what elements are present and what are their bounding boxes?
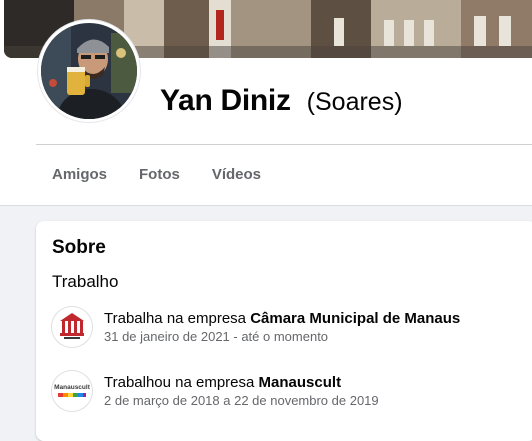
profile-tabs: Amigos Fotos Vídeos [36, 145, 277, 205]
profile-avatar[interactable] [38, 20, 140, 122]
work-item: Trabalha na empresa Câmara Municipal de … [52, 307, 532, 351]
work-company-link[interactable]: Câmara Municipal de Manaus [250, 310, 460, 327]
camara-municipal-logo-icon[interactable] [52, 307, 92, 347]
work-company-link[interactable]: Manauscult [259, 374, 342, 391]
profile-name-row: Yan Diniz (Soares) [160, 84, 403, 124]
tab-amigos[interactable]: Amigos [36, 145, 123, 205]
work-prefix: Trabalha na empresa [104, 310, 247, 327]
manauscult-logo-text: Manauscult [54, 384, 91, 391]
work-item: Manauscult Trabalhou na empresa Manauscu… [52, 371, 532, 415]
profile-header: Yan Diniz (Soares) Amigos Fotos Vídeos [0, 0, 532, 206]
work-dates: 2 de março de 2018 a 22 de novembro de 2… [104, 393, 379, 408]
profile-name: Yan Diniz [160, 84, 291, 117]
work-description: Trabalha na empresa Câmara Municipal de … [104, 309, 460, 328]
tab-videos[interactable]: Vídeos [196, 145, 277, 205]
work-description: Trabalhou na empresa Manauscult [104, 373, 379, 392]
tab-fotos[interactable]: Fotos [123, 145, 196, 205]
manauscult-logo-icon[interactable]: Manauscult [52, 371, 92, 411]
about-card: Sobre Trabalho Trabalha na empresa Câmar… [36, 221, 532, 441]
work-dates: 31 de janeiro de 2021 - até o momento [104, 329, 329, 344]
avatar-photo [41, 23, 137, 119]
profile-alternate-name: (Soares) [306, 88, 403, 116]
about-title: Sobre [52, 237, 106, 258]
work-prefix: Trabalhou na empresa [104, 374, 255, 391]
work-section-title: Trabalho [52, 272, 119, 291]
